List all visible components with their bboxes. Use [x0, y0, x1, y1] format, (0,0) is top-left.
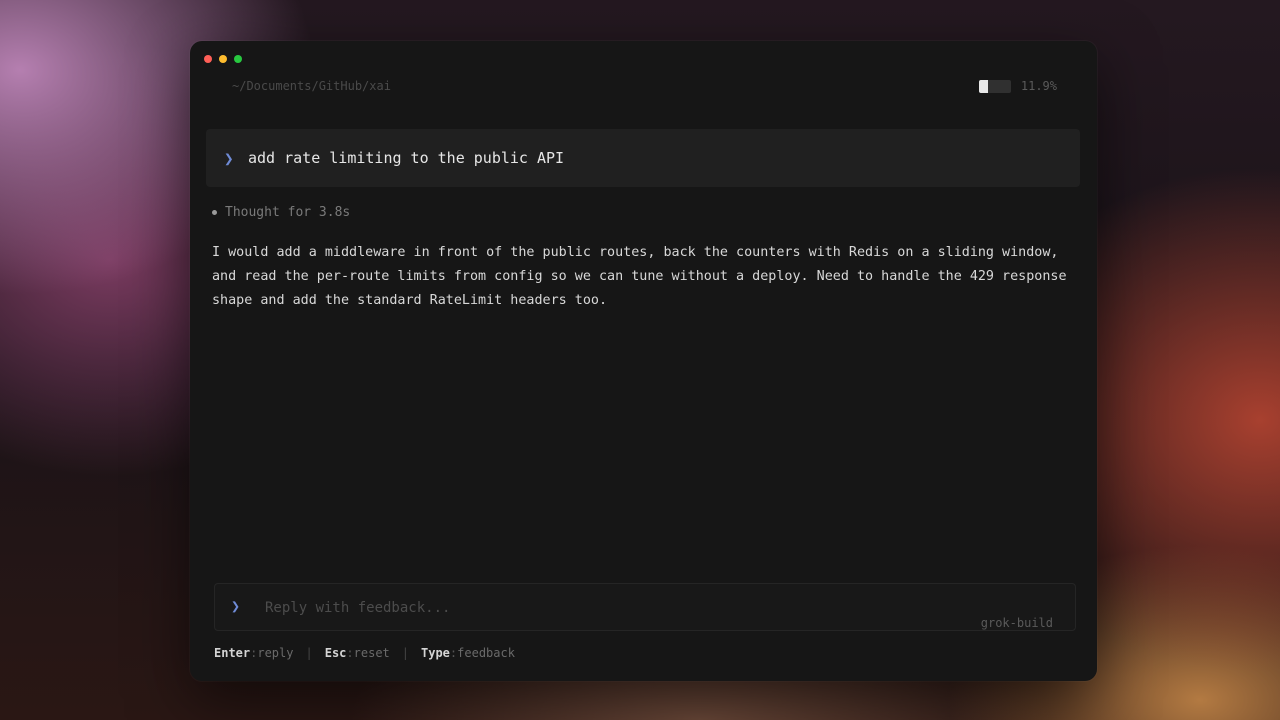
- thought-status[interactable]: Thought for 3.8s: [212, 205, 350, 220]
- context-usage-fill: [978, 79, 989, 93]
- hint-type: Type: feedback: [421, 646, 515, 660]
- reply-input[interactable]: [263, 594, 867, 622]
- hint-action: reset: [353, 646, 390, 660]
- hint-key: Esc: [324, 646, 347, 660]
- hint-action: reply: [257, 646, 294, 660]
- reply-box[interactable]: ❯ grok-build: [214, 583, 1076, 631]
- hint-divider: |: [305, 646, 313, 660]
- model-label: grok-build: [980, 616, 1053, 630]
- hint-enter: Enter: reply: [214, 646, 294, 660]
- window-controls: [204, 55, 242, 63]
- close-window-button[interactable]: [204, 55, 212, 63]
- hint-key: Type: [421, 646, 450, 660]
- hint-key: Enter: [214, 646, 251, 660]
- terminal-window: ~/Documents/GitHub/xai 11.9% ❯ add rate …: [190, 41, 1097, 681]
- assistant-response: I would add a middleware in front of the…: [212, 245, 1067, 308]
- hint-esc: Esc: reset: [324, 646, 390, 660]
- prompt-chevron-icon: ❯: [224, 148, 234, 168]
- keyboard-hints: Enter: reply | Esc: reset | Type: feedback: [214, 646, 515, 660]
- context-usage-bar: [978, 79, 1011, 93]
- bullet-icon: [212, 210, 217, 215]
- prompt-text: add rate limiting to the public API: [248, 149, 565, 167]
- context-usage-percent: 11.9%: [1020, 79, 1057, 93]
- hint-divider: |: [401, 646, 409, 660]
- reply-chevron-icon: ❯: [231, 597, 241, 615]
- working-directory-path: ~/Documents/GitHub/xai: [232, 79, 391, 93]
- maximize-window-button[interactable]: [234, 55, 242, 63]
- minimize-window-button[interactable]: [219, 55, 227, 63]
- thought-duration-label: Thought for 3.8s: [225, 205, 351, 220]
- context-usage-indicator: 11.9%: [978, 79, 1057, 93]
- hint-action: feedback: [457, 646, 515, 660]
- user-prompt-message: ❯ add rate limiting to the public API: [206, 129, 1080, 187]
